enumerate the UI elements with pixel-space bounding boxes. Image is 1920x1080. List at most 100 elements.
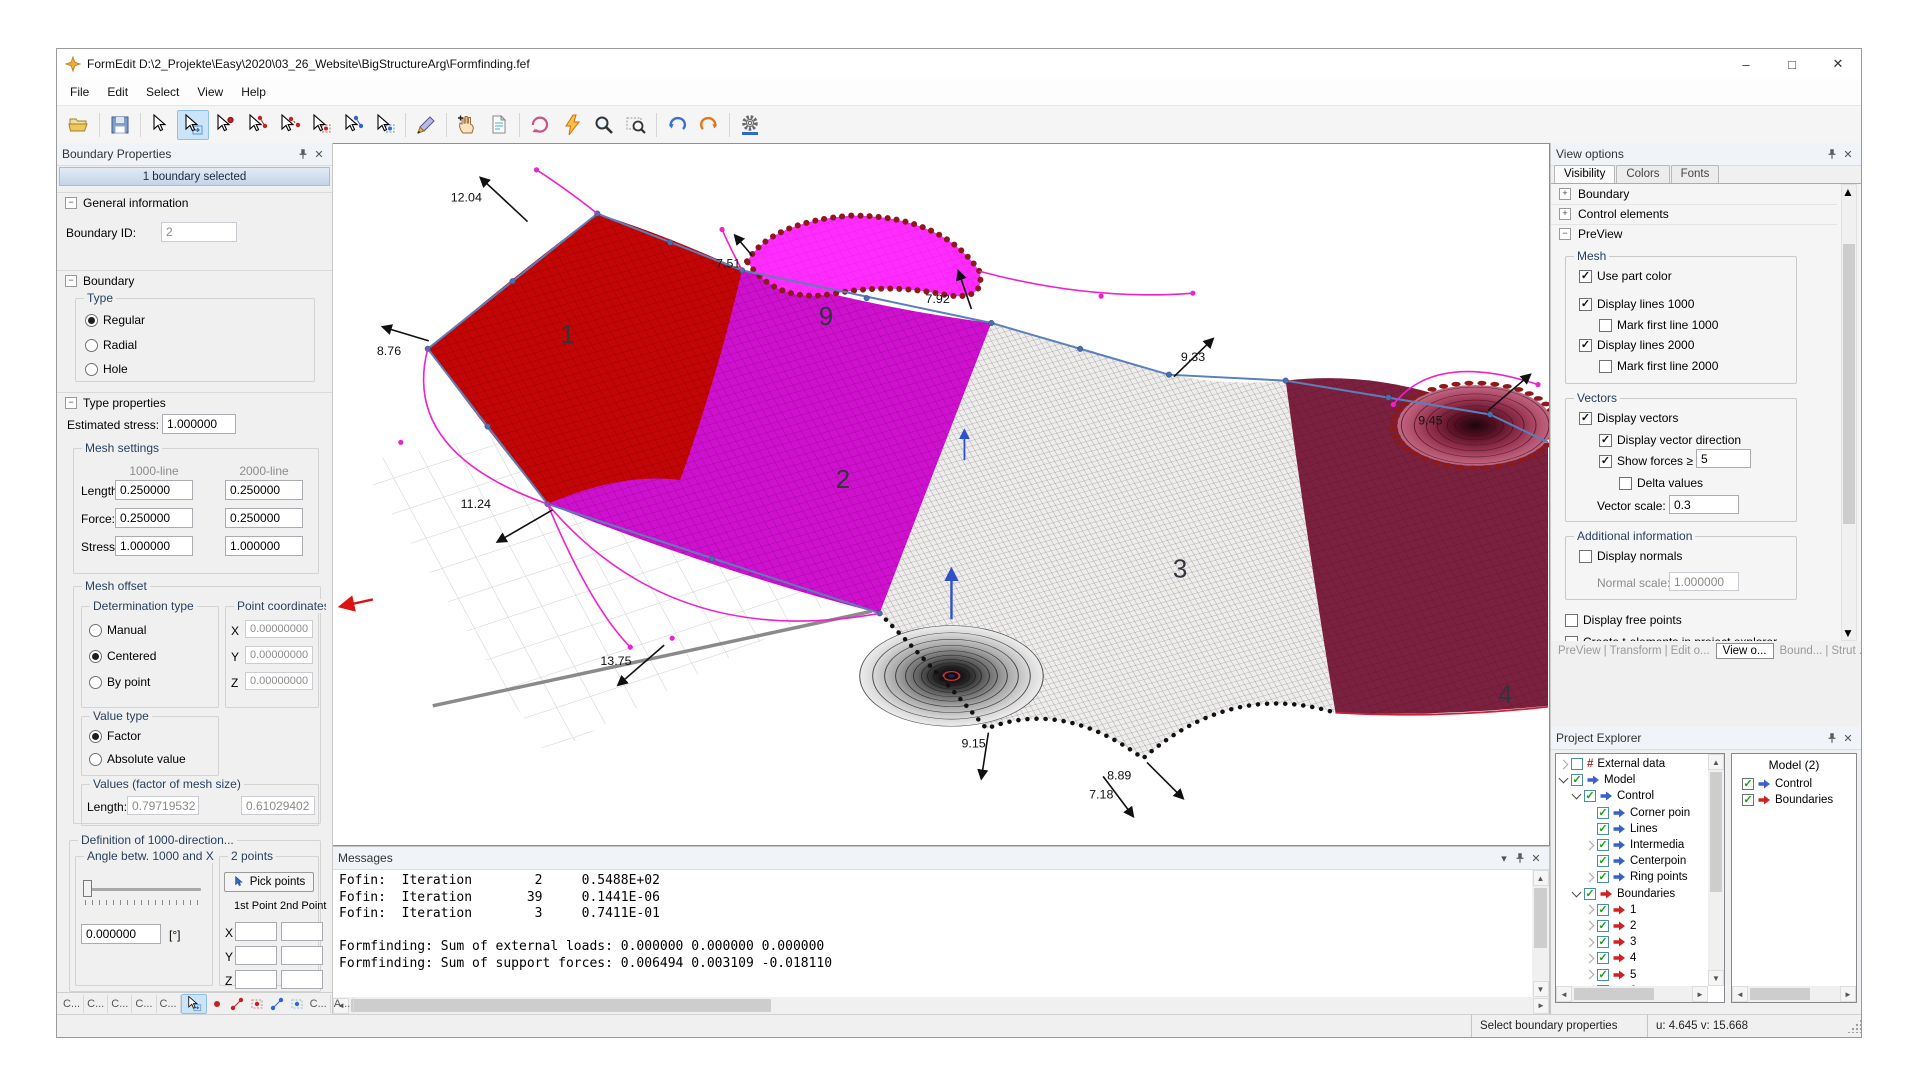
point2-z-field[interactable] bbox=[281, 970, 323, 989]
toolbar-zoom-button[interactable] bbox=[588, 110, 620, 140]
menu-item-select[interactable]: Select bbox=[137, 82, 188, 102]
tab-visibility[interactable]: Visibility bbox=[1554, 165, 1615, 183]
stress-1000-field[interactable]: 1.000000 bbox=[115, 536, 193, 556]
messages-horizontal-scrollbar[interactable]: ◄ ► bbox=[333, 997, 1549, 1014]
close-icon[interactable]: ✕ bbox=[1840, 147, 1856, 161]
membrane-part-9-blob[interactable] bbox=[747, 216, 980, 297]
toolbar-select-button[interactable] bbox=[145, 110, 177, 140]
dock-tab-line-blue[interactable] bbox=[267, 995, 287, 1013]
type-radio-radial[interactable]: Radial bbox=[85, 337, 137, 353]
show-forces-field[interactable]: 5 bbox=[1696, 449, 1751, 468]
menu-item-file[interactable]: File bbox=[61, 82, 98, 102]
collapse-chevron-icon[interactable] bbox=[1559, 774, 1569, 784]
offset-length-2-field[interactable]: 0.61029402 bbox=[241, 796, 315, 815]
visibility-checkbox[interactable]: ✓ bbox=[1597, 871, 1609, 883]
scroll-up-icon[interactable]: ▲ bbox=[1533, 870, 1549, 886]
3d-viewport[interactable]: 12.047.517.928.769.339.4511.2413.759.158… bbox=[333, 143, 1550, 846]
point2-y-field[interactable] bbox=[281, 946, 323, 965]
dock-tab-rect-red[interactable] bbox=[247, 995, 267, 1013]
toolbar-select-move-button[interactable] bbox=[177, 110, 209, 140]
visibility-checkbox[interactable]: ✓ bbox=[1597, 936, 1609, 948]
row-boundary[interactable]: + Boundary bbox=[1551, 184, 1837, 205]
mark-first-line-1000-checkbox[interactable]: Mark first line 1000 bbox=[1599, 317, 1718, 333]
offset-length-1-field[interactable]: 0.79719532 bbox=[127, 796, 199, 815]
display-vectors-checkbox[interactable]: ✓Display vectors bbox=[1579, 410, 1678, 426]
vector-scale-field[interactable]: 0.3 bbox=[1669, 495, 1739, 514]
coord-y-field[interactable]: 0.00000000 bbox=[245, 646, 313, 664]
collapse-icon[interactable]: − bbox=[1559, 228, 1571, 240]
scroll-down-icon[interactable]: ▼ bbox=[1533, 981, 1549, 997]
dock-tab-rect-blue[interactable] bbox=[287, 995, 307, 1013]
value-type-radio-factor[interactable]: Factor bbox=[89, 728, 141, 744]
toolbar-select-multi-button[interactable] bbox=[337, 110, 369, 140]
toolbar-formfinding-button[interactable] bbox=[556, 110, 588, 140]
chevron-down-icon[interactable]: ▾ bbox=[1496, 851, 1512, 865]
expand-chevron-icon[interactable] bbox=[1585, 953, 1595, 963]
scroll-left-icon[interactable]: ◄ bbox=[1556, 986, 1572, 1002]
expand-chevron-icon[interactable] bbox=[1559, 759, 1569, 769]
collapse-chevron-icon[interactable] bbox=[1572, 790, 1582, 800]
tree-item-external-data[interactable]: #External data bbox=[1556, 756, 1708, 772]
dock-tab-edito[interactable]: Edit o... bbox=[1668, 645, 1713, 657]
tree-item-model[interactable]: ✓Model bbox=[1556, 772, 1708, 788]
display-normals-checkbox[interactable]: Display normals bbox=[1579, 548, 1682, 564]
type-radio-hole[interactable]: Hole bbox=[85, 361, 128, 377]
angle-slider-track[interactable] bbox=[85, 888, 201, 891]
toolbar-page-view-button[interactable] bbox=[483, 110, 515, 140]
toolbar-settings-button[interactable] bbox=[734, 110, 766, 140]
dock-tab-A[interactable]: A... bbox=[331, 995, 355, 1013]
model-item-boundaries[interactable]: ✓Boundaries bbox=[1742, 792, 1856, 808]
model-summary-panel[interactable]: Model (2) ✓Control✓Boundaries ◄ ► bbox=[1731, 753, 1857, 1003]
tree-item-2[interactable]: ✓2 bbox=[1556, 918, 1708, 934]
expand-chevron-icon[interactable] bbox=[1585, 872, 1595, 882]
tree-item-centerpoin[interactable]: ✓Centerpoin bbox=[1556, 853, 1708, 869]
section-general-information[interactable]: − General information bbox=[57, 192, 332, 212]
tree-item-5[interactable]: ✓5 bbox=[1556, 966, 1708, 982]
close-icon[interactable]: ✕ bbox=[1528, 851, 1544, 865]
model-horizontal-scrollbar[interactable]: ◄ ► bbox=[1732, 986, 1856, 1002]
display-free-points-checkbox[interactable]: Display free points bbox=[1565, 612, 1682, 628]
determination-radio-manual[interactable]: Manual bbox=[89, 622, 146, 638]
pin-icon[interactable] bbox=[1824, 731, 1840, 745]
tree-item-1[interactable]: ✓1 bbox=[1556, 902, 1708, 918]
toolbar-undo-button[interactable] bbox=[661, 110, 693, 140]
expand-chevron-icon[interactable] bbox=[1585, 905, 1595, 915]
toolbar-draw-line-button[interactable] bbox=[410, 110, 442, 140]
close-icon[interactable]: ✕ bbox=[1840, 731, 1856, 745]
toolbar-select-area-button[interactable] bbox=[369, 110, 401, 140]
tree-item-intermedia[interactable]: ✓Intermedia bbox=[1556, 837, 1708, 853]
dock-tab-C[interactable]: C... bbox=[307, 995, 331, 1013]
tree-item-ring-points[interactable]: ✓Ring points bbox=[1556, 869, 1708, 885]
length-2000-field[interactable]: 0.250000 bbox=[225, 480, 303, 500]
visibility-checkbox[interactable]: ✓ bbox=[1597, 855, 1609, 867]
row-preview[interactable]: − PreView bbox=[1551, 224, 1837, 244]
dock-tab-pointer-rect[interactable] bbox=[181, 994, 207, 1014]
point1-y-field[interactable] bbox=[235, 946, 277, 965]
resize-grip[interactable] bbox=[1847, 1019, 1861, 1033]
toolbar-redo-button[interactable] bbox=[693, 110, 725, 140]
toolbar-select-box-button[interactable] bbox=[305, 110, 337, 140]
length-1000-field[interactable]: 0.250000 bbox=[115, 480, 193, 500]
dock-tab-preview[interactable]: PreView bbox=[1555, 645, 1604, 657]
collapse-icon[interactable]: − bbox=[65, 275, 77, 287]
visibility-checkbox[interactable]: ✓ bbox=[1597, 952, 1609, 964]
visibility-checkbox[interactable]: ✓ bbox=[1571, 774, 1583, 786]
dock-tab-dot-red[interactable] bbox=[207, 995, 227, 1013]
tree-item-control[interactable]: ✓Control bbox=[1556, 788, 1708, 804]
tree-item-lines[interactable]: ✓Lines bbox=[1556, 821, 1708, 837]
row-control-elements[interactable]: + Control elements bbox=[1551, 204, 1837, 225]
visibility-checkbox[interactable]: ✓ bbox=[1742, 794, 1754, 806]
section-boundary[interactable]: − Boundary bbox=[57, 270, 332, 290]
stress-2000-field[interactable]: 1.000000 bbox=[225, 536, 303, 556]
toolbar-open-button[interactable] bbox=[63, 110, 95, 140]
visibility-checkbox[interactable] bbox=[1571, 758, 1583, 770]
menu-item-view[interactable]: View bbox=[188, 82, 232, 102]
visibility-checkbox[interactable]: ✓ bbox=[1597, 920, 1609, 932]
point1-z-field[interactable] bbox=[235, 970, 277, 989]
pick-points-button[interactable]: Pick points bbox=[224, 872, 314, 892]
expand-chevron-icon[interactable] bbox=[1585, 937, 1595, 947]
dock-tab-C[interactable]: C... bbox=[108, 995, 132, 1013]
menu-item-edit[interactable]: Edit bbox=[98, 82, 137, 102]
coord-z-field[interactable]: 0.00000000 bbox=[245, 672, 313, 690]
dock-tab-line-red[interactable] bbox=[227, 995, 247, 1013]
